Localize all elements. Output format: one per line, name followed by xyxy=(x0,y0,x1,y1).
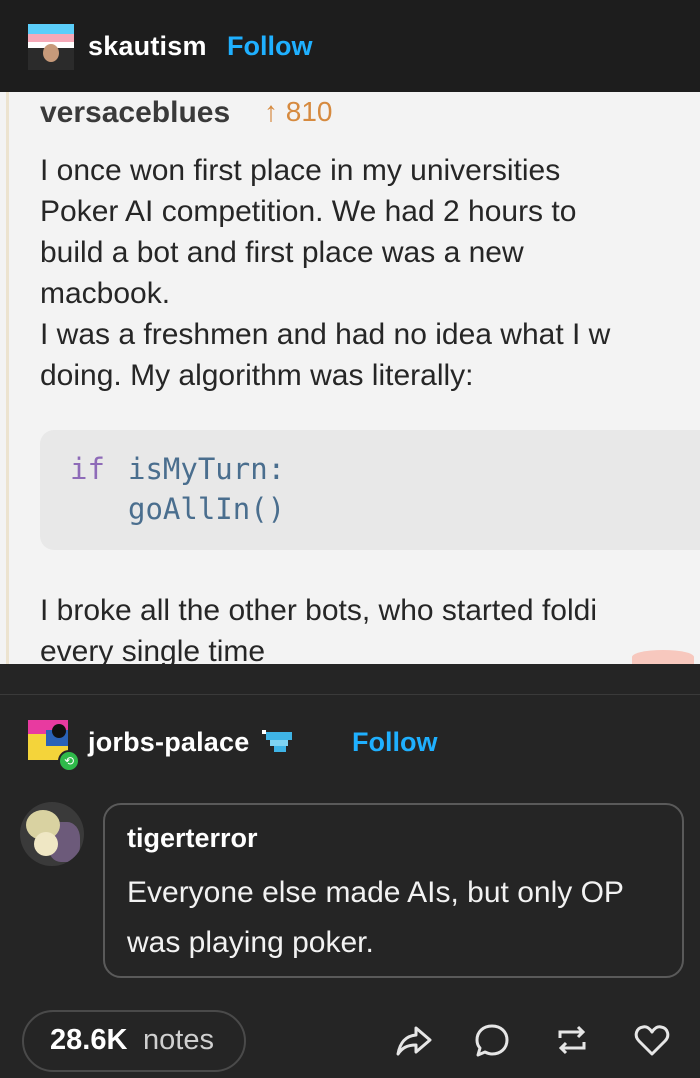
comment-line: was playing poker. xyxy=(127,926,374,959)
op-username[interactable]: skautism xyxy=(88,31,207,62)
body-line: doing. My algorithm was literally: xyxy=(40,359,474,392)
reblogger-avatar[interactable]: ⟲ xyxy=(28,720,80,772)
blog-badge-icon xyxy=(262,728,296,756)
reblogger-username[interactable]: jorbs-palace xyxy=(88,727,249,758)
original-author: versaceblues xyxy=(40,96,231,129)
post-header: skautism Follow xyxy=(0,0,700,92)
body-line: build a bot and first place was a new xyxy=(40,236,524,269)
body-line: macbook. xyxy=(40,277,171,310)
reblog-badge-icon: ⟲ xyxy=(58,750,80,772)
avatar[interactable] xyxy=(28,24,74,70)
code-condition: isMyTurn: xyxy=(128,452,286,486)
comment-body: Everyone else made AIs, but only OP was … xyxy=(127,868,624,968)
upvote-count: ↑ 810 xyxy=(264,96,333,127)
notes-count: 28.6K xyxy=(50,1024,128,1056)
code-block: if isMyTurn: goAllIn() xyxy=(40,430,700,550)
reply-icon[interactable] xyxy=(472,1020,512,1060)
code-call: goAllIn() xyxy=(128,492,286,526)
reaction-mark xyxy=(632,650,694,664)
share-icon[interactable] xyxy=(394,1020,434,1060)
body-line: I once won first place in my universitie… xyxy=(40,154,561,187)
divider xyxy=(0,694,700,695)
comment-author[interactable]: tigerterror xyxy=(127,823,258,854)
body-line: I broke all the other bots, who started … xyxy=(40,594,597,627)
commenter-avatar[interactable] xyxy=(20,802,84,866)
body-line: I was a freshmen and had no idea what I … xyxy=(40,318,611,351)
code-keyword: if xyxy=(70,452,105,486)
notes-label: notes xyxy=(143,1024,214,1056)
up-arrow-icon: ↑ xyxy=(264,96,278,127)
quote-rule xyxy=(6,92,9,664)
reblog-icon[interactable] xyxy=(552,1020,592,1060)
post-image: versaceblues ↑ 810 I once won first plac… xyxy=(0,92,700,664)
follow-button[interactable]: Follow xyxy=(227,31,312,62)
body-line: every single time xyxy=(40,635,266,664)
follow-button[interactable]: Follow xyxy=(352,727,437,758)
comment-line: Everyone else made AIs, but only OP xyxy=(127,876,624,909)
body-line: Poker AI competition. We had 2 hours to xyxy=(40,195,577,228)
like-icon[interactable] xyxy=(632,1020,672,1060)
